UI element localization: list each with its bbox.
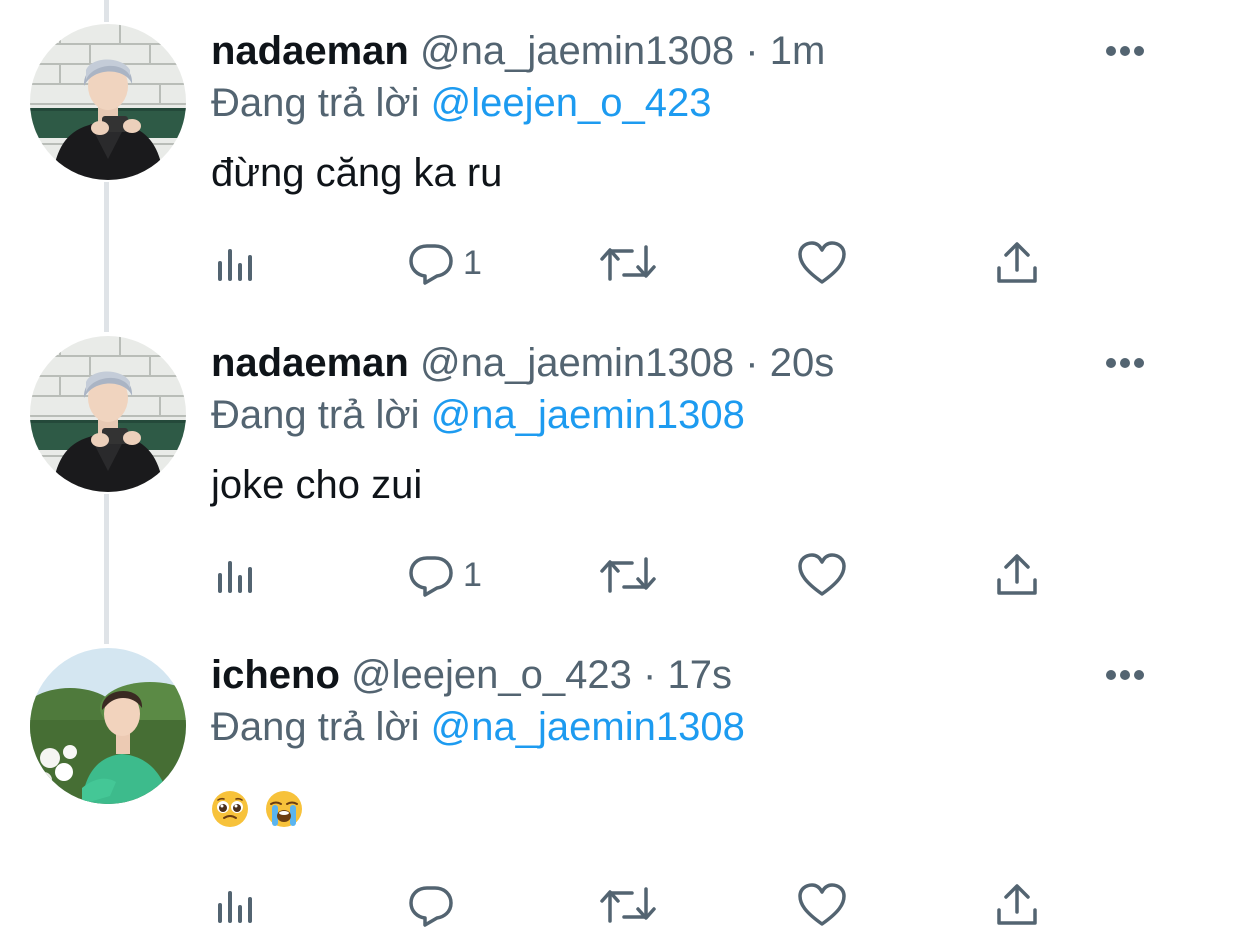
display-name[interactable]: icheno bbox=[211, 653, 340, 697]
retweet-icon bbox=[600, 557, 656, 593]
user-handle[interactable]: @na_jaemin1308 bbox=[420, 341, 734, 385]
avatar[interactable] bbox=[30, 24, 186, 180]
display-name[interactable]: nadaeman bbox=[211, 341, 409, 385]
separator-dot: · bbox=[745, 29, 759, 73]
views-chart-icon bbox=[218, 249, 252, 281]
loudly-crying-face-emoji bbox=[265, 790, 303, 828]
tweet-text: joke cho zui bbox=[211, 463, 423, 507]
avatar-image-silver-hair bbox=[30, 24, 186, 180]
views-button[interactable] bbox=[214, 880, 258, 930]
share-icon bbox=[997, 884, 1037, 925]
reply-to-mention-link[interactable]: @na_jaemin1308 bbox=[431, 393, 745, 437]
reply-button[interactable]: 1 bbox=[407, 550, 482, 600]
reply-prefix: Đang trả lời bbox=[211, 81, 420, 125]
reply-count: 1 bbox=[463, 556, 482, 594]
retweet-button[interactable] bbox=[598, 880, 658, 930]
like-button[interactable] bbox=[797, 550, 847, 600]
reply-count: 1 bbox=[463, 244, 482, 282]
reply-prefix: Đang trả lời bbox=[211, 393, 420, 437]
views-button[interactable] bbox=[214, 238, 258, 288]
reply-bubble-icon bbox=[409, 244, 453, 285]
user-handle[interactable]: @na_jaemin1308 bbox=[420, 29, 734, 73]
tweet-actions bbox=[0, 880, 1242, 930]
replying-to: Đang trả lời @na_jaemin1308 bbox=[211, 702, 745, 752]
like-button[interactable] bbox=[797, 238, 847, 288]
retweet-button[interactable] bbox=[598, 238, 658, 288]
separator-dot: · bbox=[745, 341, 759, 385]
tweet-text: đừng căng ka ru bbox=[211, 151, 503, 195]
tweet-actions: 1 bbox=[0, 238, 1242, 288]
avatar-image-silver-hair bbox=[30, 336, 186, 492]
retweet-icon bbox=[600, 887, 656, 923]
reply-bubble-icon bbox=[409, 886, 453, 927]
thread-connector-line bbox=[104, 0, 109, 22]
separator-dot: · bbox=[643, 653, 657, 697]
tweet-emoji-content bbox=[211, 790, 303, 830]
share-icon bbox=[997, 554, 1037, 595]
views-chart-icon bbox=[218, 891, 252, 923]
tweet-header: nadaeman @na_jaemin1308 · 1m bbox=[211, 26, 825, 76]
display-name[interactable]: nadaeman bbox=[211, 29, 409, 73]
retweet-button[interactable] bbox=[598, 550, 658, 600]
tweet-header: icheno @leejen_o_423 · 17s bbox=[211, 650, 732, 700]
views-chart-icon bbox=[218, 561, 252, 593]
retweet-icon bbox=[600, 245, 656, 281]
like-button[interactable] bbox=[797, 880, 847, 930]
tweet-actions: 1 bbox=[0, 550, 1242, 600]
reply-to-mention-link[interactable]: @leejen_o_423 bbox=[431, 81, 712, 125]
timestamp[interactable]: 17s bbox=[667, 653, 732, 697]
views-button[interactable] bbox=[214, 550, 258, 600]
heart-icon bbox=[798, 241, 846, 284]
replying-to: Đang trả lời @na_jaemin1308 bbox=[211, 390, 745, 440]
avatar[interactable] bbox=[30, 648, 186, 804]
more-dots-icon[interactable] bbox=[1104, 44, 1146, 58]
avatar-image-green-sweater bbox=[30, 648, 186, 804]
tweet-header: nadaeman @na_jaemin1308 · 20s bbox=[211, 338, 834, 388]
timestamp[interactable]: 1m bbox=[770, 29, 826, 73]
replying-to: Đang trả lời @leejen_o_423 bbox=[211, 78, 712, 128]
heart-icon bbox=[798, 883, 846, 926]
reply-prefix: Đang trả lời bbox=[211, 705, 420, 749]
more-dots-icon[interactable] bbox=[1104, 668, 1146, 682]
share-button[interactable] bbox=[994, 880, 1040, 930]
share-button[interactable] bbox=[994, 550, 1040, 600]
user-handle[interactable]: @leejen_o_423 bbox=[351, 653, 632, 697]
heart-icon bbox=[798, 553, 846, 596]
avatar[interactable] bbox=[30, 336, 186, 492]
reply-button[interactable]: 1 bbox=[407, 238, 482, 288]
reply-to-mention-link[interactable]: @na_jaemin1308 bbox=[431, 705, 745, 749]
reply-button[interactable] bbox=[407, 880, 455, 930]
reply-bubble-icon bbox=[409, 556, 453, 597]
share-button[interactable] bbox=[994, 238, 1040, 288]
timestamp[interactable]: 20s bbox=[770, 341, 835, 385]
share-icon bbox=[997, 242, 1037, 283]
more-dots-icon[interactable] bbox=[1104, 356, 1146, 370]
pleading-face-emoji bbox=[211, 790, 249, 828]
